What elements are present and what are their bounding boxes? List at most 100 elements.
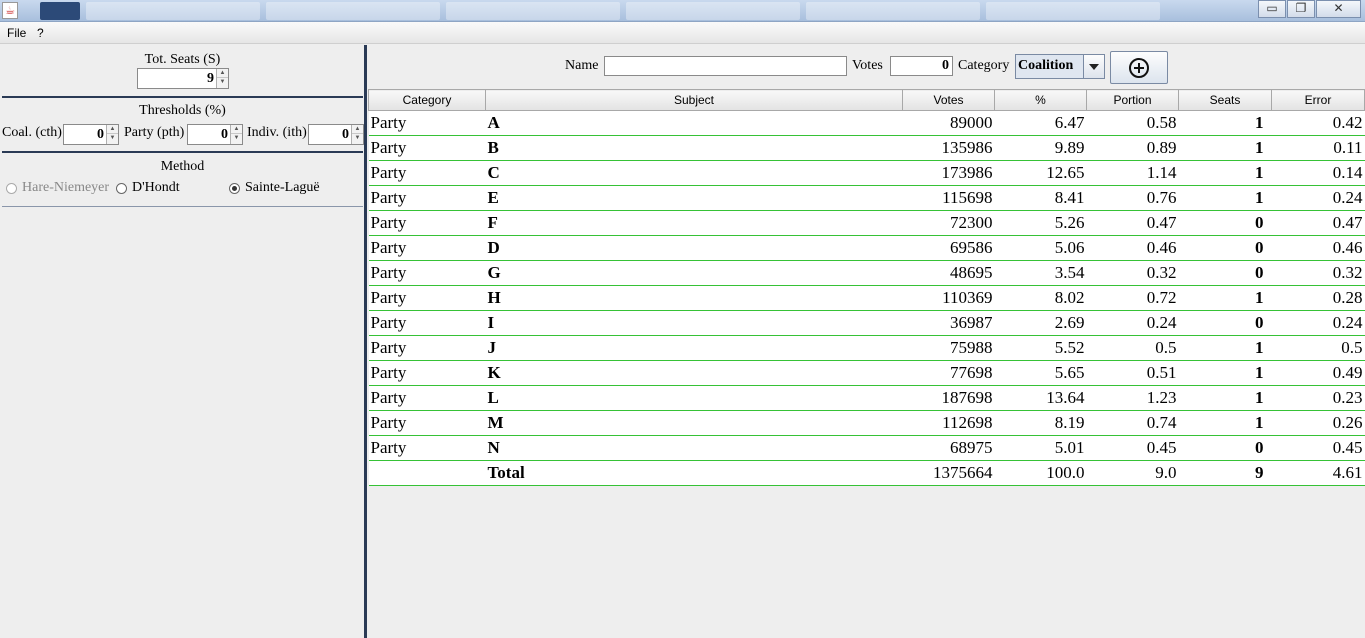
radio-hare-niemeyer[interactable] (6, 183, 17, 194)
table-row[interactable]: Party E 115698 8.41 0.76 1 0.24 (368, 185, 1365, 211)
subject-cell[interactable]: G (485, 260, 903, 286)
subject-cell[interactable]: E (485, 185, 903, 211)
seats-cell[interactable]: 1 (1178, 335, 1272, 361)
seats-spinner[interactable]: 9 ▲ ▼ (137, 68, 229, 89)
column-header[interactable]: Subject (485, 89, 903, 111)
subject-cell[interactable]: H (485, 285, 903, 311)
table-row[interactable]: Party B 135986 9.89 0.89 1 0.11 (368, 135, 1365, 161)
percent-cell[interactable]: 8.19 (994, 410, 1087, 436)
percent-cell[interactable]: 8.02 (994, 285, 1087, 311)
subject-cell[interactable]: M (485, 410, 903, 436)
subject-cell[interactable]: A (485, 110, 903, 136)
table-row[interactable]: Party L 187698 13.64 1.23 1 0.23 (368, 385, 1365, 411)
votes-cell[interactable]: 48695 (902, 260, 995, 286)
portion-cell[interactable]: 0.58 (1086, 110, 1179, 136)
table-row[interactable]: Party F 72300 5.26 0.47 0 0.47 (368, 210, 1365, 236)
column-header[interactable]: Votes (902, 89, 995, 111)
percent-cell[interactable]: 8.41 (994, 185, 1087, 211)
category-select[interactable]: Coalition (1015, 54, 1105, 79)
coal-threshold-spinner[interactable]: 0 ▲ ▼ (63, 124, 119, 145)
error-cell[interactable]: 0.14 (1271, 160, 1365, 186)
add-entry-button[interactable] (1110, 51, 1168, 84)
percent-cell[interactable]: 2.69 (994, 310, 1087, 336)
radio-dhondt[interactable] (116, 183, 127, 194)
seats-cell[interactable]: 1 (1178, 385, 1272, 411)
table-row[interactable]: Party K 77698 5.65 0.51 1 0.49 (368, 360, 1365, 386)
table-row[interactable]: Party D 69586 5.06 0.46 0 0.46 (368, 235, 1365, 261)
votes-cell[interactable]: 89000 (902, 110, 995, 136)
subject-cell[interactable]: Total (485, 460, 903, 486)
panel-divider[interactable] (364, 45, 367, 638)
votes-cell[interactable]: 68975 (902, 435, 995, 461)
portion-cell[interactable]: 1.14 (1086, 160, 1179, 186)
percent-cell[interactable]: 5.52 (994, 335, 1087, 361)
seats-cell[interactable]: 1 (1178, 360, 1272, 386)
percent-cell[interactable]: 100.0 (994, 460, 1087, 486)
percent-cell[interactable]: 5.01 (994, 435, 1087, 461)
error-cell[interactable]: 0.47 (1271, 210, 1365, 236)
radio-sainte-lague[interactable] (229, 183, 240, 194)
percent-cell[interactable]: 3.54 (994, 260, 1087, 286)
category-cell[interactable]: Party (368, 435, 486, 461)
subject-cell[interactable]: I (485, 310, 903, 336)
category-cell[interactable]: Party (368, 285, 486, 311)
subject-cell[interactable]: K (485, 360, 903, 386)
column-header[interactable]: Error (1271, 89, 1365, 111)
seats-cell[interactable]: 1 (1178, 135, 1272, 161)
percent-cell[interactable]: 12.65 (994, 160, 1087, 186)
category-cell[interactable] (368, 460, 486, 486)
votes-cell[interactable]: 173986 (902, 160, 995, 186)
subject-cell[interactable]: J (485, 335, 903, 361)
error-cell[interactable]: 0.24 (1271, 185, 1365, 211)
chevron-down-icon[interactable] (1083, 55, 1104, 78)
seats-cell[interactable]: 0 (1178, 435, 1272, 461)
subject-cell[interactable]: C (485, 160, 903, 186)
error-cell[interactable]: 0.24 (1271, 310, 1365, 336)
category-cell[interactable]: Party (368, 260, 486, 286)
menu-file[interactable]: File (7, 26, 26, 40)
votes-cell[interactable]: 187698 (902, 385, 995, 411)
column-header[interactable]: % (994, 89, 1087, 111)
percent-cell[interactable]: 5.06 (994, 235, 1087, 261)
portion-cell[interactable]: 0.24 (1086, 310, 1179, 336)
total-row[interactable]: Total 1375664 100.0 9.0 9 4.61 (368, 460, 1365, 486)
portion-cell[interactable]: 9.0 (1086, 460, 1179, 486)
seats-cell[interactable]: 1 (1178, 285, 1272, 311)
table-row[interactable]: Party J 75988 5.52 0.5 1 0.5 (368, 335, 1365, 361)
portion-cell[interactable]: 0.47 (1086, 210, 1179, 236)
category-cell[interactable]: Party (368, 185, 486, 211)
votes-cell[interactable]: 77698 (902, 360, 995, 386)
subject-cell[interactable]: B (485, 135, 903, 161)
seats-cell[interactable]: 1 (1178, 185, 1272, 211)
portion-cell[interactable]: 0.46 (1086, 235, 1179, 261)
error-cell[interactable]: 0.42 (1271, 110, 1365, 136)
votes-cell[interactable]: 110369 (902, 285, 995, 311)
portion-cell[interactable]: 0.45 (1086, 435, 1179, 461)
table-row[interactable]: Party C 173986 12.65 1.14 1 0.14 (368, 160, 1365, 186)
percent-cell[interactable]: 13.64 (994, 385, 1087, 411)
portion-cell[interactable]: 0.89 (1086, 135, 1179, 161)
party-threshold-spinner[interactable]: 0 ▲ ▼ (187, 124, 243, 145)
column-header[interactable]: Seats (1178, 89, 1272, 111)
seats-cell[interactable]: 0 (1178, 210, 1272, 236)
subject-cell[interactable]: N (485, 435, 903, 461)
votes-cell[interactable]: 69586 (902, 235, 995, 261)
error-cell[interactable]: 0.49 (1271, 360, 1365, 386)
menu-help[interactable]: ? (37, 26, 44, 40)
name-field[interactable] (604, 56, 847, 76)
seats-cell[interactable]: 0 (1178, 235, 1272, 261)
category-cell[interactable]: Party (368, 160, 486, 186)
column-header[interactable]: Portion (1086, 89, 1179, 111)
seats-cell[interactable]: 0 (1178, 260, 1272, 286)
category-cell[interactable]: Party (368, 210, 486, 236)
seats-cell[interactable]: 9 (1178, 460, 1272, 486)
category-cell[interactable]: Party (368, 235, 486, 261)
error-cell[interactable]: 4.61 (1271, 460, 1365, 486)
table-row[interactable]: Party M 112698 8.19 0.74 1 0.26 (368, 410, 1365, 436)
error-cell[interactable]: 0.26 (1271, 410, 1365, 436)
column-header[interactable]: Category (368, 89, 486, 111)
error-cell[interactable]: 0.11 (1271, 135, 1365, 161)
subject-cell[interactable]: L (485, 385, 903, 411)
category-cell[interactable]: Party (368, 410, 486, 436)
percent-cell[interactable]: 5.65 (994, 360, 1087, 386)
